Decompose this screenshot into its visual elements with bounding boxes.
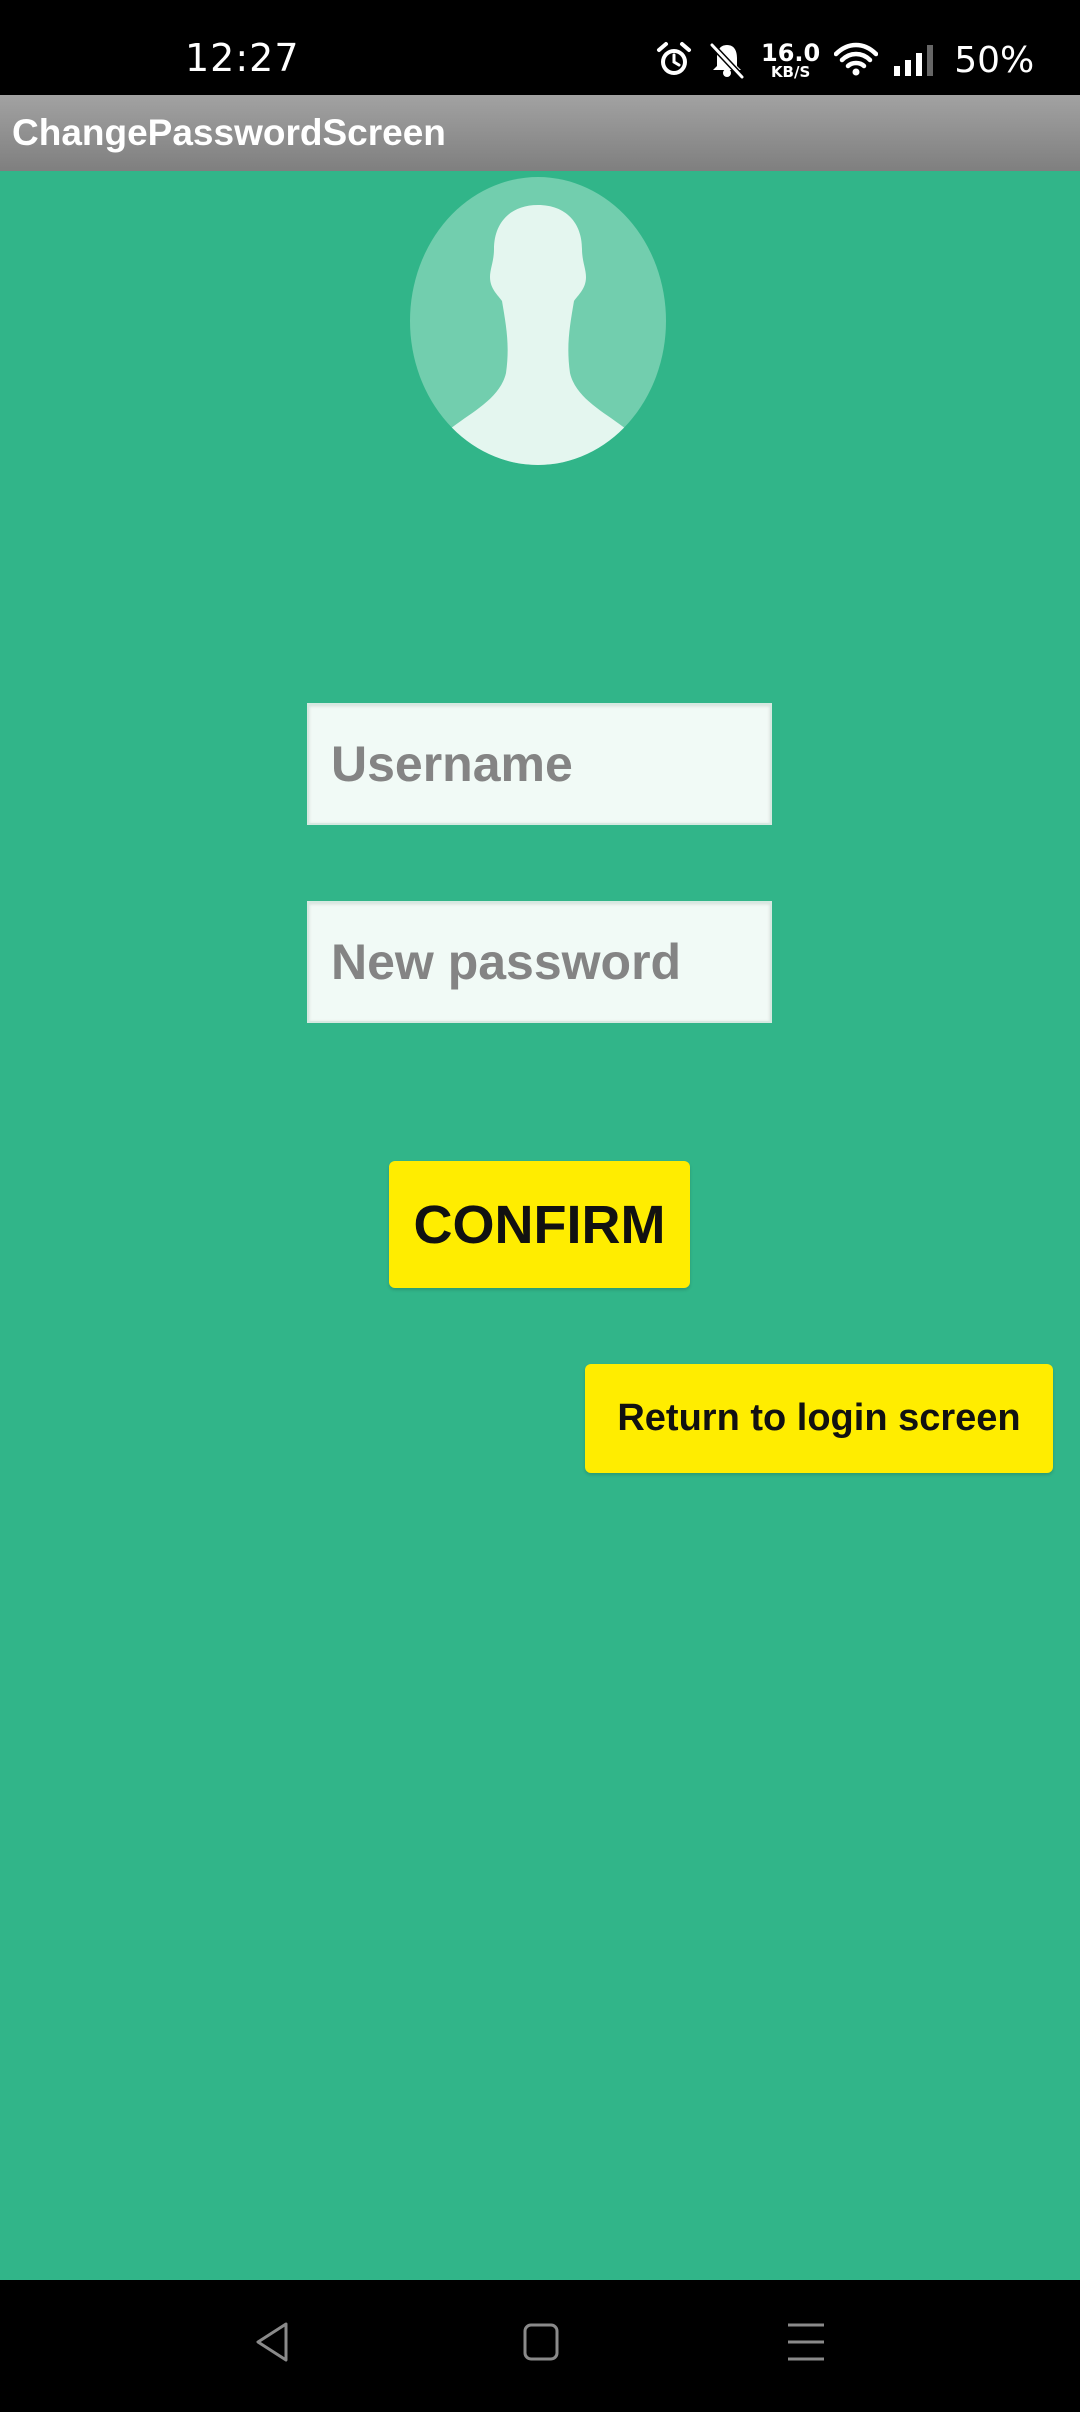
username-input[interactable] bbox=[309, 705, 770, 823]
confirm-button[interactable]: CONFIRM bbox=[389, 1161, 690, 1288]
main-content: CONFIRM Return to login screen bbox=[0, 171, 1080, 2280]
status-bar: 12:27 16.0 KB/S 50% bbox=[0, 0, 1080, 95]
status-icons: 16.0 KB/S 50% bbox=[655, 30, 1034, 90]
page-title: ChangePasswordScreen bbox=[12, 112, 446, 153]
new-password-field[interactable] bbox=[307, 901, 772, 1023]
status-time: 12:27 bbox=[185, 36, 300, 80]
new-password-input[interactable] bbox=[309, 903, 770, 1021]
avatar bbox=[410, 177, 666, 465]
net-speed: 16.0 KB/S bbox=[761, 41, 820, 80]
net-speed-value: 16.0 bbox=[761, 38, 821, 67]
app-title-bar: ChangePasswordScreen bbox=[0, 95, 1080, 171]
net-speed-unit: KB/S bbox=[770, 62, 811, 81]
battery-percent: 50% bbox=[954, 39, 1035, 81]
signal-icon bbox=[892, 42, 936, 78]
alarm-icon bbox=[655, 41, 693, 79]
bell-muted-icon bbox=[707, 40, 747, 80]
wifi-icon bbox=[834, 42, 879, 78]
username-field[interactable] bbox=[307, 703, 772, 825]
user-silhouette-icon bbox=[450, 205, 626, 465]
home-icon[interactable] bbox=[522, 2320, 560, 2369]
menu-icon[interactable] bbox=[786, 2320, 826, 2369]
back-icon[interactable] bbox=[252, 2320, 292, 2369]
navigation-bar bbox=[0, 2280, 1080, 2412]
return-to-login-button[interactable]: Return to login screen bbox=[585, 1364, 1053, 1473]
